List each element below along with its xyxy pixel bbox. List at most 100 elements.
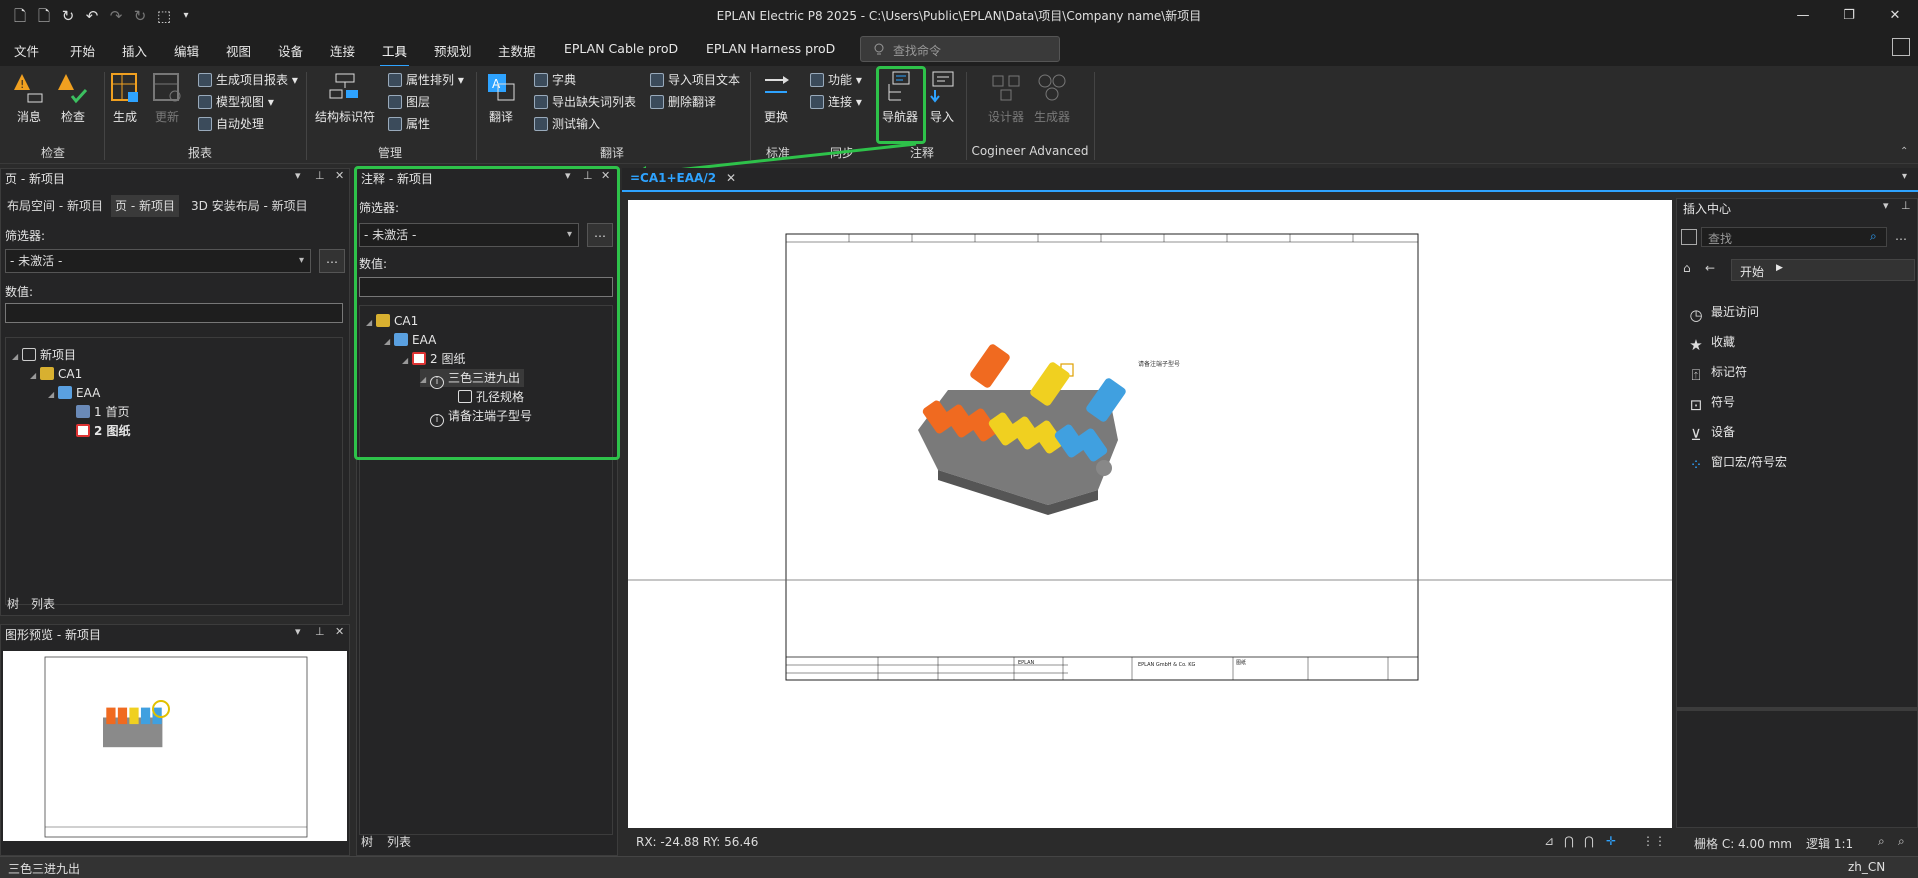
dictionary-button[interactable]: 字典: [534, 70, 576, 90]
import-button[interactable]: 导入: [924, 70, 960, 125]
menu-device[interactable]: 设备: [278, 41, 303, 60]
translate-button[interactable]: A 翻译: [482, 70, 520, 125]
menu-view[interactable]: 视图: [226, 41, 251, 60]
menu-connect[interactable]: 连接: [330, 41, 355, 60]
panel-menu-icon[interactable]: ▾: [295, 625, 301, 638]
list-item-recent[interactable]: ◷ 最近访问: [1687, 297, 1787, 327]
menu-cable-prod[interactable]: EPLAN Cable proD: [564, 41, 678, 56]
menu-preplanning[interactable]: 预规划: [434, 41, 472, 60]
restore-icon[interactable]: ❐: [1826, 0, 1872, 32]
auto-process-button[interactable]: 自动处理: [198, 114, 264, 134]
connection-button[interactable]: 连接 ▾: [810, 92, 862, 112]
test-input-button[interactable]: 测试输入: [534, 114, 600, 134]
object-snap-icon[interactable]: ⋂: [1584, 834, 1594, 848]
insert-center-search-input[interactable]: 查找 ⌕: [1701, 227, 1887, 247]
bottom-tab-tree[interactable]: 树: [7, 595, 19, 612]
command-search-input[interactable]: 查找命令: [860, 36, 1060, 62]
list-item-bookmarks[interactable]: ⍐ 标记符: [1687, 357, 1787, 387]
tab-3d-layout[interactable]: 3D 安装布局 - 新项目: [187, 195, 312, 217]
search-icon[interactable]: ⌕: [1870, 229, 1877, 244]
bottom-tab-list[interactable]: 列表: [387, 833, 411, 850]
more-options-icon[interactable]: …: [1895, 229, 1907, 243]
grid-icon[interactable]: ⋮⋮: [1642, 834, 1666, 848]
tree-item-page2[interactable]: 2 图纸: [76, 422, 131, 440]
generate-report-button[interactable]: 生成项目报表 ▾: [198, 70, 298, 90]
menu-tools[interactable]: 工具: [379, 41, 410, 67]
pin-icon[interactable]: ⊥: [1901, 199, 1911, 212]
delete-translation-button[interactable]: 删除翻译: [650, 92, 716, 112]
menu-master-data[interactable]: 主数据: [498, 41, 536, 60]
filter-more-button[interactable]: …: [319, 249, 345, 273]
update-button[interactable]: 更新: [150, 70, 184, 125]
menu-file[interactable]: 文件: [14, 41, 39, 60]
generate-button[interactable]: 生成: [108, 70, 142, 125]
menu-start[interactable]: 开始: [70, 41, 95, 60]
designer-button[interactable]: 设计器: [986, 70, 1026, 125]
zoom-icon[interactable]: ⌕: [1878, 834, 1885, 849]
minimize-icon[interactable]: —: [1780, 0, 1826, 32]
pin-icon[interactable]: ⊥: [315, 625, 325, 638]
select-icon[interactable]: ⬚: [154, 6, 174, 26]
drawing-note-text[interactable]: 请备注端子型号: [1138, 360, 1180, 368]
breadcrumb-start[interactable]: 开始: [1740, 263, 1764, 280]
new-file-icon[interactable]: 🗋: [10, 6, 30, 26]
tree-item-page1[interactable]: 1 首页: [76, 403, 129, 421]
close-tab-icon[interactable]: ✕: [726, 171, 736, 185]
book-icon[interactable]: [1681, 229, 1697, 245]
close-icon[interactable]: ✕: [1872, 0, 1918, 32]
import-project-text-button[interactable]: 导入项目文本: [650, 70, 740, 90]
bottom-tab-list[interactable]: 列表: [31, 595, 55, 612]
menu-edit[interactable]: 编辑: [174, 41, 199, 60]
list-item-favorites[interactable]: ★ 收藏: [1687, 327, 1787, 357]
drawing-canvas[interactable]: EPLAN GmbH & Co. KG EPLAN 图纸 请备注端子型号: [628, 200, 1672, 828]
list-item-symbols[interactable]: ⊡ 符号: [1687, 387, 1787, 417]
tree-item-project[interactable]: ◢ 新项目: [12, 346, 76, 364]
list-item-devices[interactable]: ⊻ 设备: [1687, 417, 1787, 447]
property-sort-button[interactable]: 属性排列 ▾: [388, 70, 464, 90]
grid-size-readout[interactable]: 栅格 C: 4.00 mm: [1694, 835, 1792, 852]
repeat-icon[interactable]: ↻: [130, 6, 150, 26]
replace-button[interactable]: 更换: [756, 70, 796, 125]
tab-page[interactable]: 页 - 新项目: [111, 195, 179, 217]
refresh-icon[interactable]: ↻: [58, 6, 78, 26]
list-item-macros[interactable]: ⁘ 窗口宏/符号宏: [1687, 447, 1787, 477]
magnet-icon[interactable]: ⋂: [1564, 834, 1574, 848]
check-button[interactable]: 检查: [56, 70, 90, 125]
bottom-tab-tree[interactable]: 树: [361, 833, 373, 850]
redo-icon[interactable]: ↷: [106, 6, 126, 26]
filter-select[interactable]: - 未激活 -: [5, 249, 311, 273]
collapse-ribbon-icon[interactable]: ⌃: [1900, 146, 1908, 157]
tab-layout-space[interactable]: 布局空间 - 新项目: [3, 195, 107, 217]
crosshair-icon[interactable]: ✛: [1606, 834, 1616, 848]
logic-scale-readout[interactable]: 逻辑 1:1: [1806, 835, 1853, 852]
breadcrumb[interactable]: 开始 ▶: [1731, 259, 1915, 281]
close-icon[interactable]: ✕: [335, 625, 344, 638]
layout-icon[interactable]: [1892, 38, 1910, 56]
property-button[interactable]: 属性: [388, 114, 430, 134]
generator-button[interactable]: 生成器: [1032, 70, 1072, 125]
document-tab[interactable]: =CA1+EAA/2: [630, 171, 716, 185]
function-button[interactable]: 功能 ▾: [810, 70, 862, 90]
panel-menu-icon[interactable]: ▾: [1883, 199, 1889, 212]
export-missing-words-button[interactable]: 导出缺失词列表: [534, 92, 636, 112]
undo-icon[interactable]: ↶: [82, 6, 102, 26]
tab-list-icon[interactable]: ▾: [1902, 171, 1907, 182]
structure-identifier-button[interactable]: 结构标识符: [312, 70, 378, 125]
value-input[interactable]: [5, 303, 343, 323]
model-view-button[interactable]: 模型视图 ▾: [198, 92, 274, 112]
menu-harness-prod[interactable]: EPLAN Harness proD: [706, 41, 835, 56]
menu-insert[interactable]: 插入: [122, 41, 147, 60]
messages-button[interactable]: ! 消息: [12, 70, 46, 125]
snap-icon[interactable]: ⊿: [1544, 834, 1554, 848]
qat-dropdown-icon[interactable]: ▾: [176, 6, 196, 26]
close-icon[interactable]: ✕: [335, 169, 344, 182]
tree-item-ca1[interactable]: ◢ CA1: [30, 365, 82, 383]
panel-menu-icon[interactable]: ▾: [295, 169, 301, 182]
layer-button[interactable]: 图层: [388, 92, 430, 112]
splitter[interactable]: [1677, 707, 1917, 711]
pin-icon[interactable]: ⊥: [315, 169, 325, 182]
new-page-icon[interactable]: 🗋: [34, 6, 54, 26]
zoom-fit-icon[interactable]: ⌕: [1898, 834, 1905, 849]
home-icon[interactable]: ⌂: [1683, 261, 1691, 275]
back-arrow-icon[interactable]: ←: [1705, 261, 1715, 275]
